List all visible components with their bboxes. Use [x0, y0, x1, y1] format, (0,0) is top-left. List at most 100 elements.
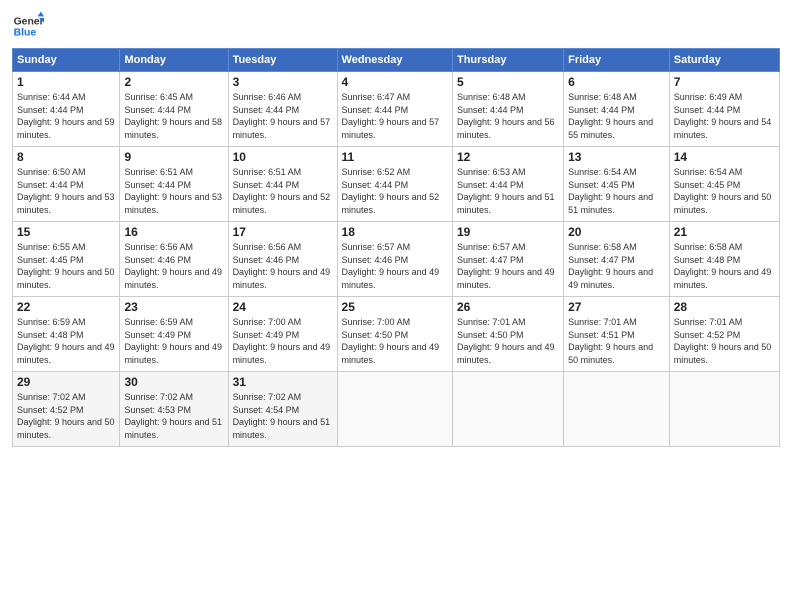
day-number: 16: [124, 225, 223, 239]
day-detail: Sunrise: 6:45 AM Sunset: 4:44 PM Dayligh…: [124, 91, 223, 141]
calendar-cell: [452, 372, 563, 447]
weekday-header-row: SundayMondayTuesdayWednesdayThursdayFrid…: [13, 49, 780, 72]
calendar-week-row: 29 Sunrise: 7:02 AM Sunset: 4:52 PM Dayl…: [13, 372, 780, 447]
page-container: General Blue SundayMondayTuesdayWednesda…: [0, 0, 792, 455]
weekday-header-cell: Wednesday: [337, 49, 452, 72]
day-number: 18: [342, 225, 448, 239]
day-number: 17: [233, 225, 333, 239]
weekday-header-cell: Monday: [120, 49, 228, 72]
day-number: 19: [457, 225, 559, 239]
calendar-cell: 21 Sunrise: 6:58 AM Sunset: 4:48 PM Dayl…: [669, 222, 779, 297]
day-number: 20: [568, 225, 665, 239]
calendar-cell: 27 Sunrise: 7:01 AM Sunset: 4:51 PM Dayl…: [564, 297, 670, 372]
calendar-cell: 23 Sunrise: 6:59 AM Sunset: 4:49 PM Dayl…: [120, 297, 228, 372]
calendar-cell: 2 Sunrise: 6:45 AM Sunset: 4:44 PM Dayli…: [120, 72, 228, 147]
calendar-table: SundayMondayTuesdayWednesdayThursdayFrid…: [12, 48, 780, 447]
calendar-cell: 14 Sunrise: 6:54 AM Sunset: 4:45 PM Dayl…: [669, 147, 779, 222]
calendar-cell: 22 Sunrise: 6:59 AM Sunset: 4:48 PM Dayl…: [13, 297, 120, 372]
calendar-week-row: 8 Sunrise: 6:50 AM Sunset: 4:44 PM Dayli…: [13, 147, 780, 222]
calendar-cell: [564, 372, 670, 447]
calendar-cell: 31 Sunrise: 7:02 AM Sunset: 4:54 PM Dayl…: [228, 372, 337, 447]
day-number: 1: [17, 75, 115, 89]
day-detail: Sunrise: 6:56 AM Sunset: 4:46 PM Dayligh…: [124, 241, 223, 291]
day-detail: Sunrise: 6:52 AM Sunset: 4:44 PM Dayligh…: [342, 166, 448, 216]
day-detail: Sunrise: 6:58 AM Sunset: 4:48 PM Dayligh…: [674, 241, 775, 291]
day-detail: Sunrise: 7:01 AM Sunset: 4:50 PM Dayligh…: [457, 316, 559, 366]
day-detail: Sunrise: 6:48 AM Sunset: 4:44 PM Dayligh…: [568, 91, 665, 141]
day-number: 25: [342, 300, 448, 314]
day-number: 10: [233, 150, 333, 164]
calendar-week-row: 22 Sunrise: 6:59 AM Sunset: 4:48 PM Dayl…: [13, 297, 780, 372]
day-detail: Sunrise: 7:00 AM Sunset: 4:50 PM Dayligh…: [342, 316, 448, 366]
calendar-cell: 7 Sunrise: 6:49 AM Sunset: 4:44 PM Dayli…: [669, 72, 779, 147]
weekday-header-cell: Thursday: [452, 49, 563, 72]
day-detail: Sunrise: 6:49 AM Sunset: 4:44 PM Dayligh…: [674, 91, 775, 141]
calendar-cell: 13 Sunrise: 6:54 AM Sunset: 4:45 PM Dayl…: [564, 147, 670, 222]
day-detail: Sunrise: 6:50 AM Sunset: 4:44 PM Dayligh…: [17, 166, 115, 216]
day-number: 3: [233, 75, 333, 89]
weekday-header-cell: Friday: [564, 49, 670, 72]
calendar-cell: 28 Sunrise: 7:01 AM Sunset: 4:52 PM Dayl…: [669, 297, 779, 372]
calendar-cell: 30 Sunrise: 7:02 AM Sunset: 4:53 PM Dayl…: [120, 372, 228, 447]
day-number: 21: [674, 225, 775, 239]
day-number: 28: [674, 300, 775, 314]
calendar-cell: 12 Sunrise: 6:53 AM Sunset: 4:44 PM Dayl…: [452, 147, 563, 222]
calendar-cell: 20 Sunrise: 6:58 AM Sunset: 4:47 PM Dayl…: [564, 222, 670, 297]
day-detail: Sunrise: 6:55 AM Sunset: 4:45 PM Dayligh…: [17, 241, 115, 291]
day-detail: Sunrise: 6:58 AM Sunset: 4:47 PM Dayligh…: [568, 241, 665, 291]
day-detail: Sunrise: 7:00 AM Sunset: 4:49 PM Dayligh…: [233, 316, 333, 366]
calendar-body: 1 Sunrise: 6:44 AM Sunset: 4:44 PM Dayli…: [13, 72, 780, 447]
calendar-cell: 9 Sunrise: 6:51 AM Sunset: 4:44 PM Dayli…: [120, 147, 228, 222]
calendar-cell: 8 Sunrise: 6:50 AM Sunset: 4:44 PM Dayli…: [13, 147, 120, 222]
calendar-cell: 10 Sunrise: 6:51 AM Sunset: 4:44 PM Dayl…: [228, 147, 337, 222]
day-detail: Sunrise: 7:02 AM Sunset: 4:52 PM Dayligh…: [17, 391, 115, 441]
day-number: 22: [17, 300, 115, 314]
day-number: 8: [17, 150, 115, 164]
calendar-cell: [669, 372, 779, 447]
calendar-cell: 1 Sunrise: 6:44 AM Sunset: 4:44 PM Dayli…: [13, 72, 120, 147]
day-number: 26: [457, 300, 559, 314]
day-detail: Sunrise: 7:02 AM Sunset: 4:53 PM Dayligh…: [124, 391, 223, 441]
day-detail: Sunrise: 6:59 AM Sunset: 4:48 PM Dayligh…: [17, 316, 115, 366]
calendar-cell: 4 Sunrise: 6:47 AM Sunset: 4:44 PM Dayli…: [337, 72, 452, 147]
calendar-cell: 24 Sunrise: 7:00 AM Sunset: 4:49 PM Dayl…: [228, 297, 337, 372]
day-number: 30: [124, 375, 223, 389]
day-detail: Sunrise: 6:44 AM Sunset: 4:44 PM Dayligh…: [17, 91, 115, 141]
day-detail: Sunrise: 6:48 AM Sunset: 4:44 PM Dayligh…: [457, 91, 559, 141]
day-number: 7: [674, 75, 775, 89]
day-number: 4: [342, 75, 448, 89]
day-detail: Sunrise: 6:51 AM Sunset: 4:44 PM Dayligh…: [233, 166, 333, 216]
logo: General Blue: [12, 10, 44, 42]
day-number: 15: [17, 225, 115, 239]
day-number: 29: [17, 375, 115, 389]
day-detail: Sunrise: 6:47 AM Sunset: 4:44 PM Dayligh…: [342, 91, 448, 141]
calendar-cell: 29 Sunrise: 7:02 AM Sunset: 4:52 PM Dayl…: [13, 372, 120, 447]
weekday-header-cell: Saturday: [669, 49, 779, 72]
calendar-cell: 3 Sunrise: 6:46 AM Sunset: 4:44 PM Dayli…: [228, 72, 337, 147]
day-number: 11: [342, 150, 448, 164]
day-detail: Sunrise: 6:56 AM Sunset: 4:46 PM Dayligh…: [233, 241, 333, 291]
day-detail: Sunrise: 6:54 AM Sunset: 4:45 PM Dayligh…: [568, 166, 665, 216]
calendar-week-row: 15 Sunrise: 6:55 AM Sunset: 4:45 PM Dayl…: [13, 222, 780, 297]
logo-icon: General Blue: [12, 10, 44, 42]
weekday-header-cell: Sunday: [13, 49, 120, 72]
calendar-cell: 15 Sunrise: 6:55 AM Sunset: 4:45 PM Dayl…: [13, 222, 120, 297]
weekday-header-cell: Tuesday: [228, 49, 337, 72]
calendar-cell: [337, 372, 452, 447]
calendar-cell: 11 Sunrise: 6:52 AM Sunset: 4:44 PM Dayl…: [337, 147, 452, 222]
day-detail: Sunrise: 6:46 AM Sunset: 4:44 PM Dayligh…: [233, 91, 333, 141]
calendar-cell: 16 Sunrise: 6:56 AM Sunset: 4:46 PM Dayl…: [120, 222, 228, 297]
day-detail: Sunrise: 6:57 AM Sunset: 4:47 PM Dayligh…: [457, 241, 559, 291]
calendar-cell: 6 Sunrise: 6:48 AM Sunset: 4:44 PM Dayli…: [564, 72, 670, 147]
day-detail: Sunrise: 6:51 AM Sunset: 4:44 PM Dayligh…: [124, 166, 223, 216]
header: General Blue: [12, 10, 780, 42]
calendar-cell: 25 Sunrise: 7:00 AM Sunset: 4:50 PM Dayl…: [337, 297, 452, 372]
day-detail: Sunrise: 6:57 AM Sunset: 4:46 PM Dayligh…: [342, 241, 448, 291]
day-detail: Sunrise: 6:54 AM Sunset: 4:45 PM Dayligh…: [674, 166, 775, 216]
calendar-cell: 18 Sunrise: 6:57 AM Sunset: 4:46 PM Dayl…: [337, 222, 452, 297]
day-number: 12: [457, 150, 559, 164]
svg-text:Blue: Blue: [14, 28, 37, 39]
day-number: 9: [124, 150, 223, 164]
day-number: 6: [568, 75, 665, 89]
day-detail: Sunrise: 7:01 AM Sunset: 4:51 PM Dayligh…: [568, 316, 665, 366]
